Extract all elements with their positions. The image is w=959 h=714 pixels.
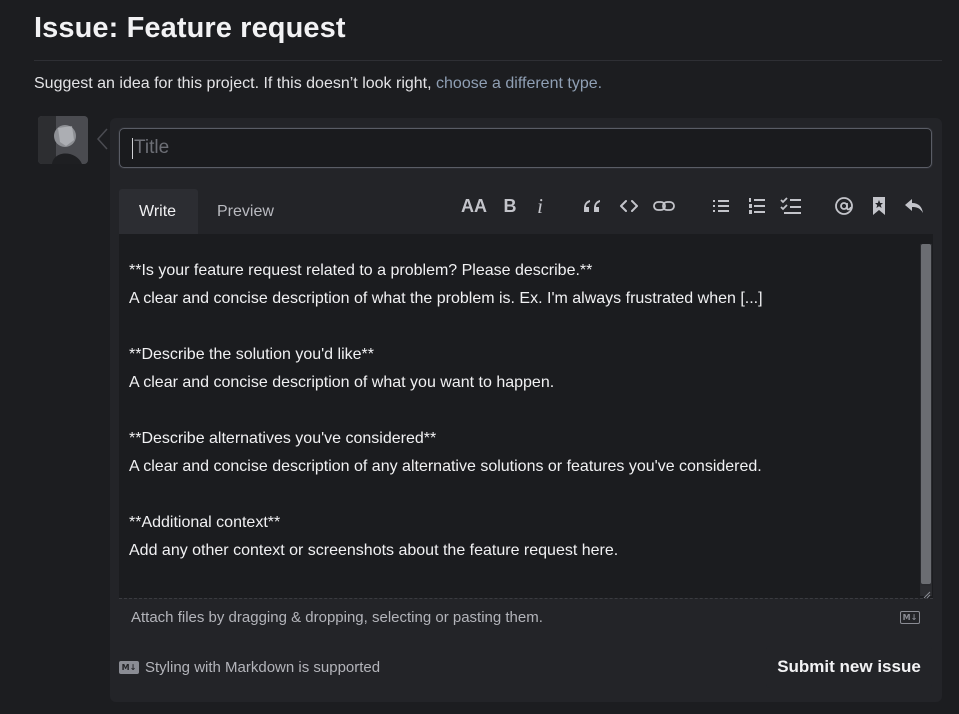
avatar-image: [38, 116, 88, 164]
issue-body-editor[interactable]: **Is your feature request related to a p…: [119, 234, 933, 598]
bold-icon[interactable]: B: [497, 194, 523, 218]
editor-scrollbar-thumb[interactable]: [921, 244, 931, 584]
reply-icon[interactable]: [901, 194, 927, 218]
issue-body-text[interactable]: **Is your feature request related to a p…: [129, 257, 903, 565]
intro-text: Suggest an idea for this project. If thi…: [34, 75, 602, 93]
unordered-list-icon[interactable]: [708, 194, 734, 218]
code-icon[interactable]: [616, 194, 642, 218]
link-icon[interactable]: [651, 194, 677, 218]
title-input[interactable]: [119, 128, 932, 168]
intro-label: Suggest an idea for this project. If thi…: [34, 75, 432, 92]
quote-icon[interactable]: [579, 194, 605, 218]
text-cursor: [132, 138, 133, 159]
tab-preview[interactable]: Preview: [198, 189, 298, 234]
submit-issue-button[interactable]: Submit new issue: [766, 646, 932, 688]
tab-write[interactable]: Write: [119, 189, 198, 234]
choose-type-link[interactable]: choose a different type.: [436, 75, 602, 92]
page-title: Issue: Feature request: [34, 12, 346, 44]
avatar[interactable]: [38, 116, 88, 164]
title-divider: [34, 60, 942, 61]
resize-handle[interactable]: [921, 586, 931, 599]
avatar-pointer-icon: [96, 128, 108, 155]
saved-reply-icon[interactable]: [866, 194, 892, 218]
text-size-icon[interactable]: AA: [461, 194, 487, 218]
italic-icon[interactable]: i: [527, 194, 553, 218]
markdown-badge-icon: M↓: [119, 661, 139, 674]
ordered-list-icon[interactable]: [744, 194, 770, 218]
markdown-supported-note[interactable]: Styling with Markdown is supported: [145, 659, 380, 676]
task-list-icon[interactable]: [778, 194, 804, 218]
mention-icon[interactable]: [831, 194, 857, 218]
attach-files-text[interactable]: Attach files by dragging & dropping, sel…: [131, 609, 543, 626]
markdown-icon[interactable]: M↓: [900, 611, 920, 624]
